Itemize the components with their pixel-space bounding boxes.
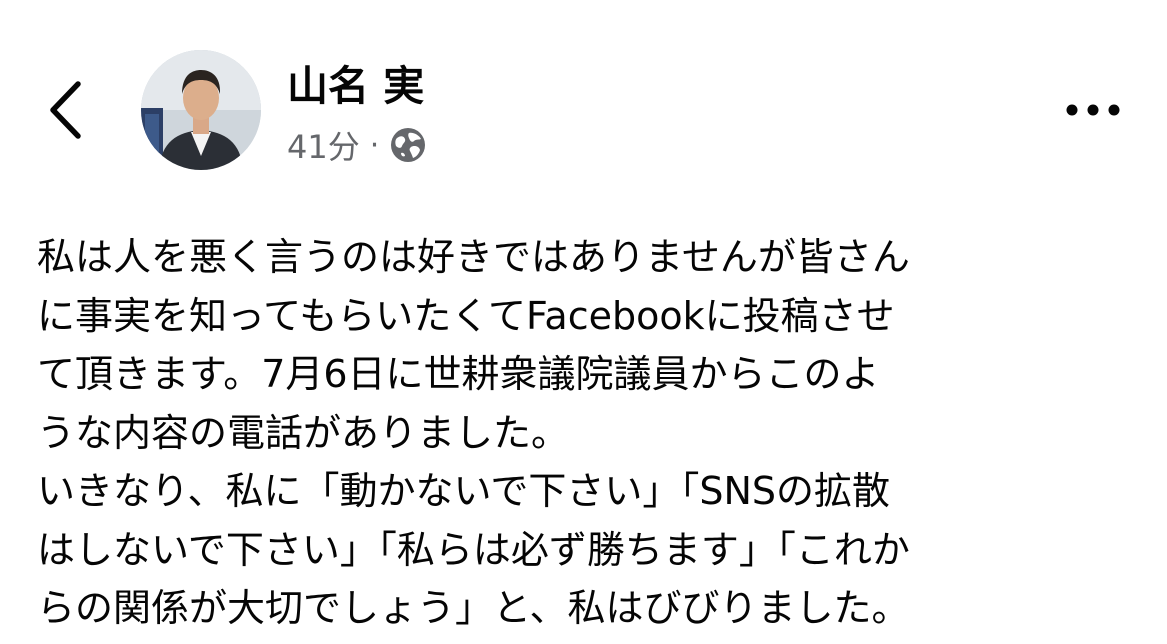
- profile-photo: [141, 50, 261, 170]
- meta-separator: ·: [369, 127, 380, 163]
- post-text: 私は人を悪く言うのは好きではありませんが皆さん に事実を知ってもらいたくてFac…: [37, 228, 1147, 638]
- post-meta: 41分 ·: [287, 120, 427, 170]
- post-text-line: いきなり、私に「動かないで下さい」「SNSの拡散: [37, 469, 891, 513]
- post-header: 山名 実 41分 ·: [0, 0, 1167, 190]
- post-text-line: 私は人を悪く言うのは好きではありませんが皆さん: [37, 235, 910, 279]
- avatar[interactable]: [141, 50, 261, 170]
- post-text-line: に事実を知ってもらいたくてFacebookに投稿させ: [37, 293, 895, 338]
- globe-icon: [389, 126, 427, 164]
- back-button[interactable]: [40, 78, 90, 142]
- post-text-line: はしないで下さい」「私らは必ず勝ちます」「これか: [37, 527, 910, 572]
- post-text-line: て頂きます。7月6日に世耕衆議院議員からこのよ: [37, 352, 880, 396]
- author-name[interactable]: 山名 実: [287, 58, 424, 114]
- post-text-line: らの関係が大切でしょう」と、私はびびりました。: [37, 586, 910, 630]
- post-timestamp[interactable]: 41分: [287, 122, 360, 168]
- more-options-button[interactable]: [1062, 90, 1124, 130]
- chevron-left-icon: [50, 81, 81, 139]
- more-horizontal-icon: [1066, 104, 1120, 116]
- post-text-line: うな内容の電話がありました。: [37, 410, 570, 455]
